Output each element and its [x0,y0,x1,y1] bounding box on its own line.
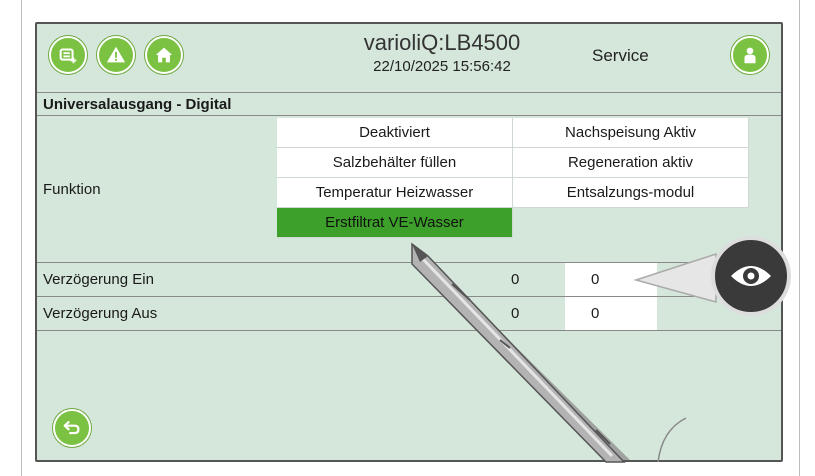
back-icon [63,420,80,435]
datetime: 22/10/2025 15:56:42 [373,58,511,75]
option-temperatur-heizwasser[interactable]: Temperatur Heizwasser [277,178,513,208]
home-icon [155,47,173,63]
row-label: Verzögerung Ein [43,271,154,288]
verzoegerung-ein-input[interactable]: 0 [565,263,657,296]
warning-button[interactable] [97,36,135,74]
row-current-value: 0 [511,271,520,288]
section-title: Universalausgang - Digital [37,92,781,116]
device-screen: varioliQ:LB4500 22/10/2025 15:56:42 Serv… [35,22,783,462]
list-add-icon [59,48,77,64]
user-icon [744,47,756,64]
row-verzoegerung-aus: Verzögerung Aus 0 0 [37,296,781,330]
row-divider [37,330,781,331]
funktion-label: Funktion [43,181,101,198]
option-nachspeisung-aktiv[interactable]: Nachspeisung Aktiv [513,118,749,148]
row-label: Verzögerung Aus [43,305,158,322]
warning-icon [106,46,126,63]
option-deaktiviert[interactable]: Deaktiviert [277,118,513,148]
user-button[interactable] [731,36,769,74]
row-verzoegerung-ein: Verzögerung Ein 0 0 [37,262,781,296]
option-empty-slot [513,208,749,238]
device-title: varioliQ:LB4500 [363,30,521,55]
option-entsalzungs-modul[interactable]: Entsalzungs-modul [513,178,749,208]
home-button[interactable] [145,36,183,74]
device-title-block: varioliQ:LB4500 22/10/2025 15:56:42 [337,30,547,75]
verzoegerung-aus-input[interactable]: 0 [565,297,657,330]
list-add-button[interactable] [49,36,87,74]
mode-label: Service [592,46,649,65]
row-current-value: 0 [511,305,520,322]
option-salzbehaelter-fuellen[interactable]: Salzbehälter füllen [277,148,513,178]
option-regeneration-aktiv[interactable]: Regeneration aktiv [513,148,749,178]
option-erstfiltrat-ve-wasser[interactable]: Erstfiltrat VE-Wasser [277,208,513,238]
back-button[interactable] [53,409,91,447]
